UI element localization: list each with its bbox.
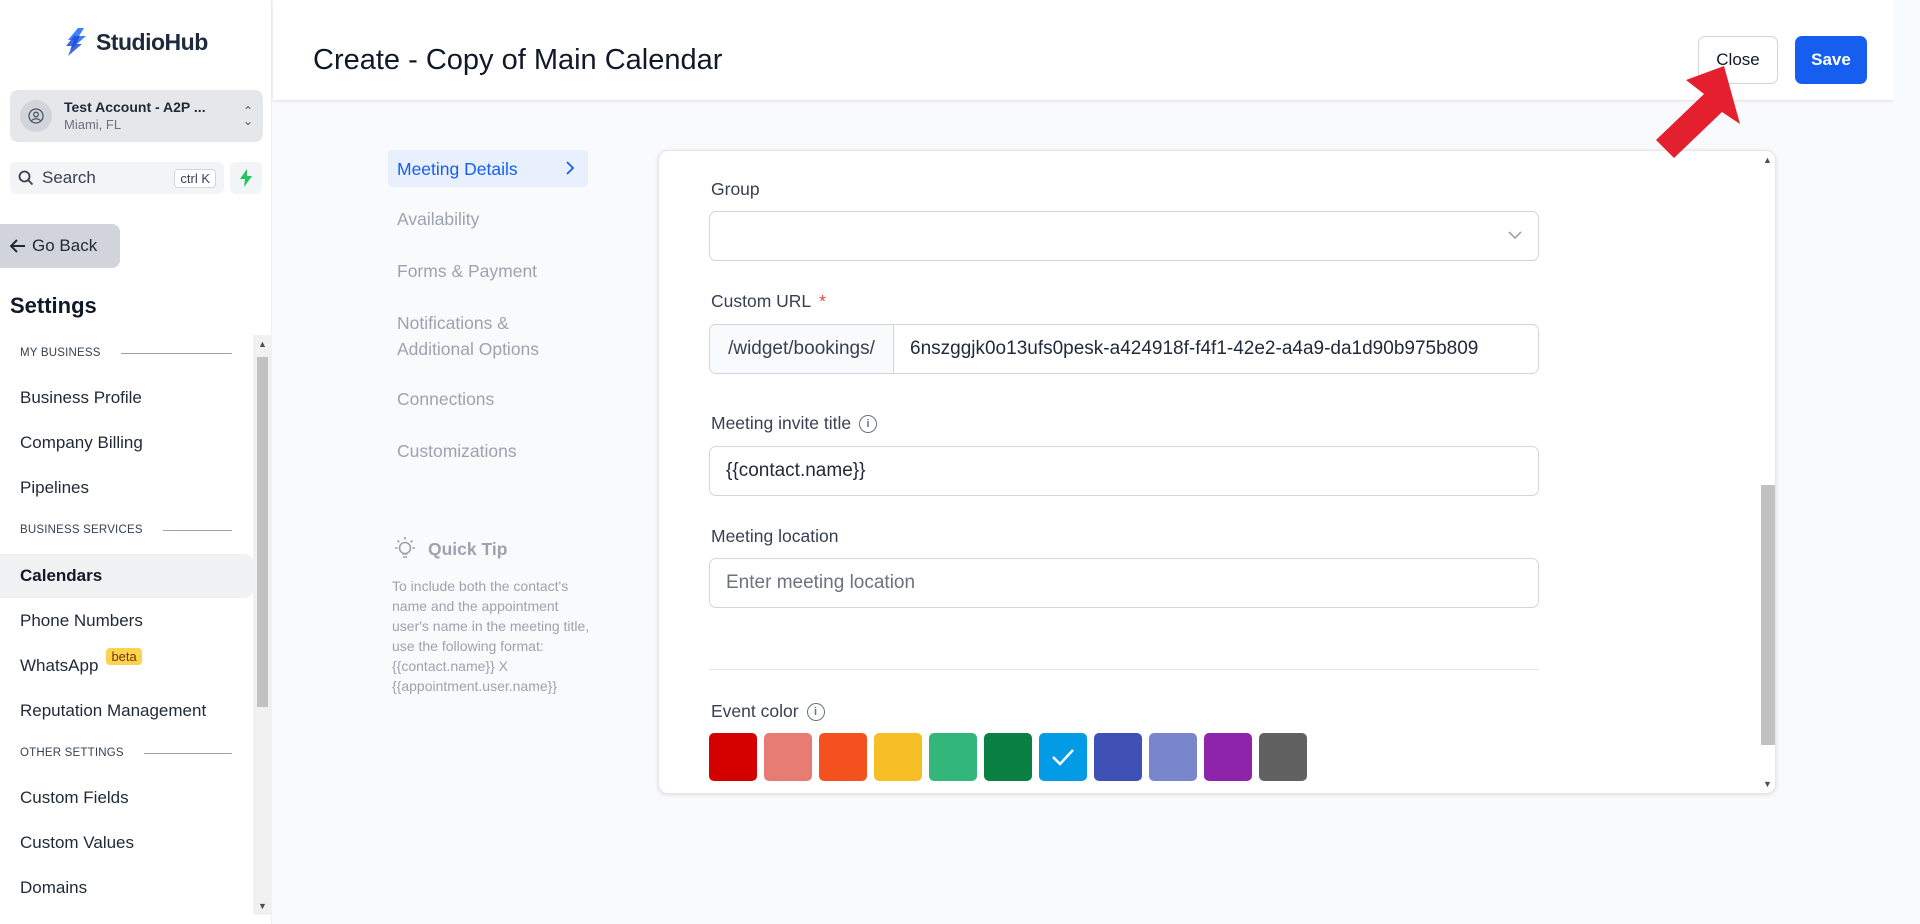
search-shortcut: ctrl K [174, 168, 216, 188]
page-header: Create - Copy of Main Calendar Close Sav… [273, 0, 1893, 100]
step-customizations[interactable]: Customizations [388, 438, 588, 464]
color-swatch[interactable] [1094, 733, 1142, 781]
step-meeting-details[interactable]: Meeting Details [388, 150, 588, 187]
color-swatch[interactable] [1259, 733, 1307, 781]
sidebar-item-custom-fields[interactable]: Custom Fields [0, 776, 253, 820]
chevron-updown-icon: ⌃ ⌄ [242, 104, 253, 128]
beta-badge: beta [106, 647, 142, 665]
user-icon [28, 108, 44, 124]
meeting-details-form: Group Custom URL * /widget/bookings/ 6nsz… [658, 150, 1776, 794]
meeting-location-label: Meeting location [711, 526, 839, 546]
search-icon [18, 170, 34, 186]
sidebar-item-whatsapp[interactable]: WhatsApp beta [0, 644, 253, 688]
lightning-icon [240, 169, 252, 187]
invite-title-value: {{contact.name}} [726, 460, 866, 481]
page-scrollbar[interactable] [1893, 0, 1920, 924]
color-swatch[interactable] [819, 733, 867, 781]
group-label: Group [711, 179, 760, 199]
event-color-label: Event color i [711, 701, 825, 722]
step-forms-payment[interactable]: Forms & Payment [388, 258, 588, 284]
location-placeholder: Enter meeting location [726, 572, 916, 593]
sidebar-item-label: WhatsApp [20, 656, 99, 675]
event-color-picker [709, 733, 1307, 781]
sidebar-item-custom-values[interactable]: Custom Values [0, 821, 253, 865]
color-swatch[interactable] [764, 733, 812, 781]
sidebar-item-pipelines[interactable]: Pipelines [0, 466, 253, 510]
scroll-up-icon[interactable]: ▲ [1763, 155, 1772, 165]
brand-name: StudioHub [96, 28, 208, 55]
account-name: Test Account - A2P ... [64, 99, 206, 115]
color-swatch[interactable] [1204, 733, 1252, 781]
color-swatch[interactable] [1039, 733, 1087, 781]
color-swatch[interactable] [874, 733, 922, 781]
search-label: Search [42, 168, 96, 187]
color-swatch[interactable] [929, 733, 977, 781]
form-divider [709, 669, 1539, 670]
custom-url-label: Custom URL * [711, 291, 826, 311]
meeting-location-input[interactable]: Enter meeting location [709, 558, 1539, 608]
quick-tip-title: Quick Tip [428, 538, 508, 559]
required-mark: * [819, 291, 826, 311]
info-icon[interactable]: i [806, 702, 825, 721]
scroll-down-icon[interactable]: ▼ [1763, 779, 1772, 789]
form-scroll-thumb[interactable] [1761, 485, 1775, 745]
scroll-down-icon[interactable]: ▼ [258, 901, 267, 911]
go-back-label: Go Back [32, 236, 98, 255]
sidebar: StudioHub Test Account - A2P ... Miami, … [0, 0, 272, 924]
invite-title-label: Meeting invite title i [711, 413, 878, 434]
sidebar-item-reputation-management[interactable]: Reputation Management [0, 689, 253, 733]
account-switcher[interactable]: Test Account - A2P ... Miami, FL ⌃ ⌄ [10, 90, 263, 142]
step-label: Meeting Details [397, 158, 518, 179]
sidebar-item-calendars[interactable]: Calendars [0, 554, 253, 598]
scroll-up-icon[interactable]: ▲ [258, 339, 267, 349]
quick-actions-button[interactable] [230, 162, 262, 194]
section-my-business: MY BUSINESS [20, 347, 232, 359]
page-title: Create - Copy of Main Calendar [313, 44, 723, 76]
url-slug-input[interactable]: 6nszggjk0o13ufs0pesk-a424918f-f4f1-42e2-… [894, 338, 1538, 360]
search-bar[interactable]: Search ctrl K [10, 162, 224, 194]
quick-tip-body: To include both the contact's name and t… [392, 578, 590, 694]
info-icon[interactable]: i [859, 414, 878, 433]
account-location: Miami, FL [64, 117, 122, 132]
check-icon [1052, 749, 1074, 766]
arrow-left-icon [10, 239, 25, 253]
save-button[interactable]: Save [1795, 36, 1867, 84]
go-back-button[interactable]: Go Back [0, 224, 120, 268]
sidebar-item-company-billing[interactable]: Company Billing [0, 421, 253, 465]
color-swatch[interactable] [984, 733, 1032, 781]
sidebar-scroll-thumb[interactable] [257, 357, 268, 707]
sidebar-item-business-profile[interactable]: Business Profile [0, 376, 253, 420]
settings-menu: MY BUSINESS Business Profile Company Bil… [0, 333, 253, 918]
avatar [20, 100, 52, 132]
form-scrollbar[interactable]: ▲ ▼ [1758, 151, 1775, 793]
section-other-settings: OTHER SETTINGS [20, 747, 232, 759]
chevron-right-icon [565, 156, 575, 182]
logo-icon [64, 26, 90, 58]
brand-logo[interactable]: StudioHub [64, 26, 208, 58]
invite-title-input[interactable]: {{contact.name}} [709, 446, 1539, 496]
sidebar-item-domains[interactable]: Domains [0, 866, 253, 910]
quick-tip-header: Quick Tip [392, 536, 507, 562]
custom-url-field[interactable]: /widget/bookings/ 6nszggjk0o13ufs0pesk-a… [709, 324, 1539, 374]
step-availability[interactable]: Availability [388, 206, 588, 232]
sidebar-item-phone-numbers[interactable]: Phone Numbers [0, 599, 253, 643]
annotation-arrow-icon [1656, 66, 1740, 158]
url-prefix: /widget/bookings/ [710, 325, 894, 373]
color-swatch[interactable] [1149, 733, 1197, 781]
step-connections[interactable]: Connections [388, 386, 588, 412]
settings-title: Settings [10, 293, 97, 318]
section-business-services: BUSINESS SERVICES [20, 524, 232, 536]
group-select[interactable] [709, 211, 1539, 261]
step-notifications[interactable]: Notifications & Additional Options [388, 310, 588, 362]
lightbulb-icon [395, 537, 415, 558]
sidebar-scrollbar[interactable]: ▲ ▼ [253, 335, 272, 915]
chevron-down-icon [1508, 228, 1522, 243]
color-swatch[interactable] [709, 733, 757, 781]
